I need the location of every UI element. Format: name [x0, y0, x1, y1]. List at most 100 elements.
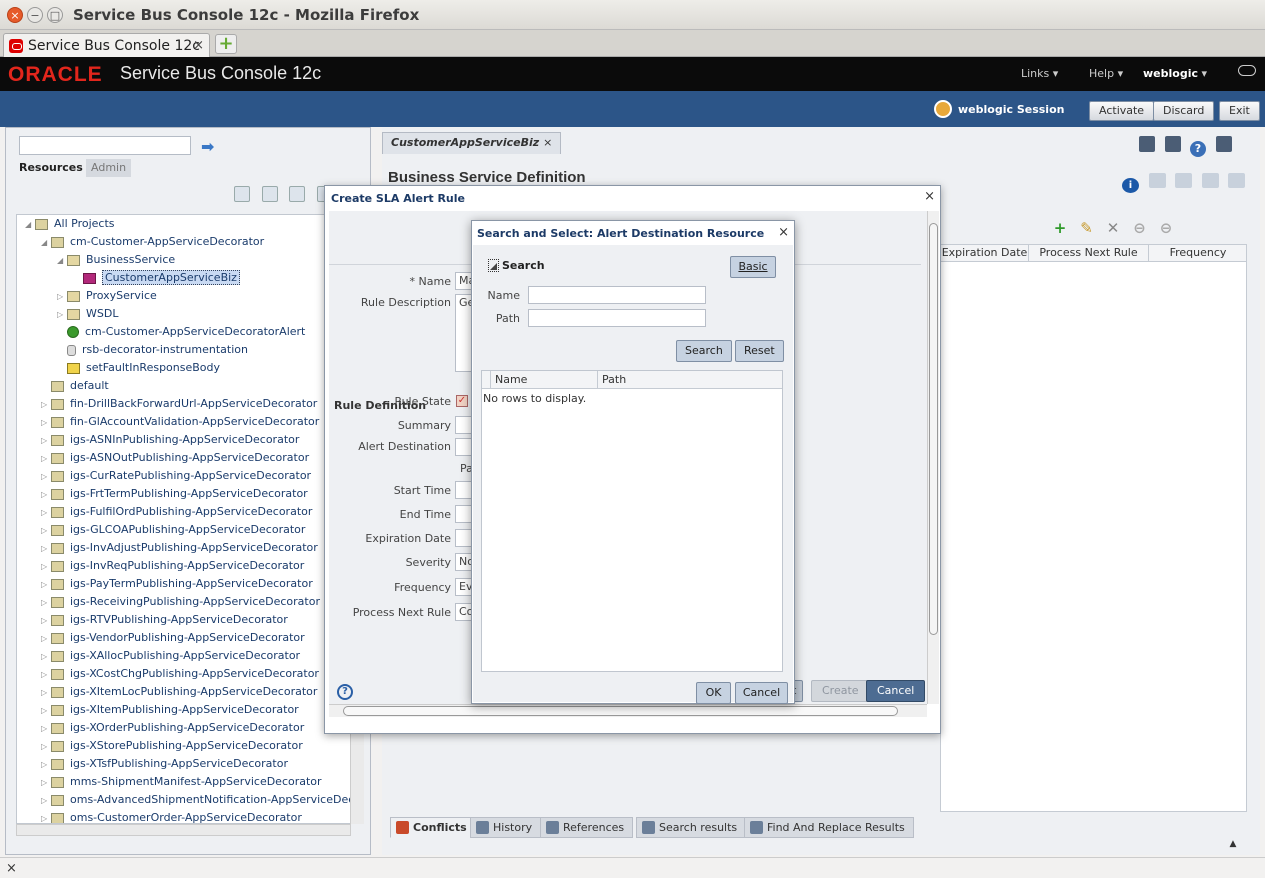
create-resource-icon[interactable] [234, 186, 250, 202]
activate-button[interactable]: Activate [1089, 101, 1155, 121]
tree-item[interactable]: ▷ igs-FrtTermPublishing-AppServiceDecorat… [41, 485, 308, 503]
create-button[interactable]: Create [811, 680, 870, 702]
tab-search-results[interactable]: Search results [636, 817, 747, 838]
collapsed-toggle-icon[interactable]: ▷ [41, 522, 51, 540]
tree-item[interactable]: cm-Customer-AppServiceDecoratorAlert [57, 323, 305, 341]
path-search-input[interactable] [528, 309, 706, 327]
tree-item[interactable]: ▷ igs-InvAdjustPublishing-AppServiceDecor… [41, 539, 318, 557]
collapsed-toggle-icon[interactable]: ▷ [41, 792, 51, 810]
test-run-icon[interactable] [1175, 173, 1192, 188]
column-header-path[interactable]: Path [598, 371, 782, 388]
doc-tab-customerappservicebiz[interactable]: CustomerAppServiceBiz × [382, 132, 562, 154]
collapsed-toggle-icon[interactable]: ▷ [57, 306, 67, 324]
collapsed-toggle-icon[interactable]: ▷ [41, 756, 51, 774]
collapsed-toggle-icon[interactable]: ▷ [41, 414, 51, 432]
rule-state-checkbox[interactable]: ✓ [456, 395, 468, 407]
launch-icon[interactable] [1201, 173, 1219, 188]
tree-item[interactable]: ▷ ProxyService [57, 287, 157, 305]
collapsed-toggle-icon[interactable]: ▷ [57, 288, 67, 306]
cancel-button[interactable]: Cancel [735, 682, 788, 704]
tree-item[interactable]: ▷ igs-PayTermPublishing-AppServiceDecorat… [41, 575, 313, 593]
tree-item[interactable]: ▷ igs-FulfilOrdPublishing-AppServiceDecor… [41, 503, 312, 521]
help-icon[interactable]: ? [1190, 141, 1206, 157]
tree-item[interactable]: CustomerAppServiceBiz [73, 269, 240, 287]
tree-item[interactable]: ◢ cm-Customer-AppServiceDecorator [41, 233, 264, 251]
add-icon[interactable]: + [1052, 220, 1068, 236]
cancel-button[interactable]: Cancel [866, 680, 926, 702]
tree-item[interactable]: ▷ igs-XOrderPublishing-AppServiceDecorato… [41, 719, 304, 737]
import-icon[interactable] [289, 186, 305, 202]
tree-item[interactable]: default [41, 377, 109, 395]
save-icon[interactable] [1139, 136, 1155, 152]
tree-item[interactable]: ◢ All Projects [25, 215, 115, 233]
tab-resources[interactable]: Resources [14, 159, 88, 177]
collapsed-toggle-icon[interactable]: ▷ [41, 612, 51, 630]
dialog-horizontal-scrollbar[interactable] [329, 704, 927, 717]
search-button[interactable]: Search [676, 340, 732, 362]
collapsed-toggle-icon[interactable]: ▷ [41, 720, 51, 738]
new-tab-button[interactable]: + [215, 34, 237, 54]
collapsed-toggle-icon[interactable]: ▷ [41, 738, 51, 756]
collapsed-toggle-icon[interactable]: ▷ [41, 702, 51, 720]
tree-item[interactable]: ▷ fin-GlAccountValidation-AppServiceDecor… [41, 413, 319, 431]
tree-item[interactable]: ▷ oms-CustomerOrder-AppServiceDecorator [41, 809, 302, 823]
tree-horizontal-scrollbar[interactable] [16, 824, 351, 836]
collapsed-toggle-icon[interactable]: ▷ [41, 540, 51, 558]
move-down-icon[interactable]: ⊖ [1158, 220, 1174, 236]
collapsed-toggle-icon[interactable]: ▷ [41, 486, 51, 504]
reset-button[interactable]: Reset [735, 340, 784, 362]
window-minimize-button[interactable]: − [27, 7, 43, 23]
column-header[interactable]: Process Next Rule [1029, 245, 1149, 261]
tab-conflicts[interactable]: Conflicts [390, 817, 476, 838]
scrollbar-thumb[interactable] [929, 223, 938, 635]
collapsed-toggle-icon[interactable]: ▷ [41, 666, 51, 684]
collapsed-toggle-icon[interactable]: ▷ [41, 594, 51, 612]
tab-history[interactable]: History [470, 817, 542, 838]
chat-icon[interactable] [1238, 65, 1256, 76]
tree-item[interactable]: ◢ BusinessService [57, 251, 175, 269]
window-maximize-button[interactable]: □ [47, 7, 63, 23]
edit-pencil-icon[interactable]: ✎ [1079, 220, 1095, 236]
help-menu[interactable]: Help ▾ [1089, 67, 1123, 80]
collapsed-toggle-icon[interactable]: ▷ [41, 576, 51, 594]
collapsed-toggle-icon[interactable]: ▷ [41, 774, 51, 792]
tree-item[interactable]: ▷ igs-RTVPublishing-AppServiceDecorator [41, 611, 288, 629]
delete-icon[interactable]: ✕ [1105, 220, 1121, 236]
statusbar-close-icon[interactable]: × [6, 861, 17, 876]
tree-item[interactable]: ▷ igs-XTsfPublishing-AppServiceDecorator [41, 755, 288, 773]
collapsed-toggle-icon[interactable]: ▷ [41, 450, 51, 468]
collapsed-toggle-icon[interactable]: ▷ [41, 396, 51, 414]
info-icon[interactable]: i [1122, 178, 1139, 193]
dialog-vertical-scrollbar[interactable] [927, 211, 939, 704]
tree-item[interactable]: ▷ igs-GLCOAPublishing-AppServiceDecorator [41, 521, 305, 539]
window-close-button[interactable]: × [7, 7, 23, 23]
tree-item[interactable]: ▷ fin-DrillBackForwardUrl-AppServiceDecor… [41, 395, 317, 413]
collapsed-toggle-icon[interactable]: ▷ [41, 558, 51, 576]
move-up-icon[interactable]: ⊖ [1132, 220, 1148, 236]
tree-item[interactable]: ▷ mms-ShipmentManifest-AppServiceDecorato… [41, 773, 322, 791]
name-search-input[interactable] [528, 286, 706, 304]
comment-icon[interactable] [1148, 173, 1166, 188]
tree-item[interactable]: ▷ igs-XItemPublishing-AppServiceDecorator [41, 701, 299, 719]
collapsed-toggle-icon[interactable]: ▷ [41, 648, 51, 666]
tree-item[interactable]: ▷ oms-AdvancedShipmentNotification-AppSer… [41, 791, 350, 810]
scrollbar-thumb[interactable] [343, 706, 898, 716]
tree-item[interactable]: ▷ igs-ReceivingPublishing-AppServiceDecor… [41, 593, 320, 611]
tab-find-replace-results[interactable]: Find And Replace Results [744, 817, 914, 838]
close-editor-icon[interactable] [1215, 136, 1232, 152]
collapsed-toggle-icon[interactable]: ▷ [41, 504, 51, 522]
links-menu[interactable]: Links ▾ [1021, 67, 1058, 80]
discard-button[interactable]: Discard [1153, 101, 1215, 121]
basic-button[interactable]: Basic [730, 256, 776, 278]
tree-item[interactable]: ▷ igs-CurRatePublishing-AppServiceDecorat… [41, 467, 311, 485]
tree-item[interactable]: rsb-decorator-instrumentation [57, 341, 248, 359]
tree-item[interactable]: ▷ igs-XCostChgPublishing-AppServiceDecora… [41, 665, 319, 683]
collapsed-toggle-icon[interactable]: ▷ [41, 810, 51, 823]
search-go-arrow-icon[interactable]: ➡ [201, 137, 214, 156]
tree-item[interactable]: ▷ igs-XItemLocPublishing-AppServiceDecora… [41, 683, 317, 701]
tab-references[interactable]: References [540, 817, 634, 838]
expand-panel-icon[interactable]: ▲ [1222, 839, 1244, 849]
tree-item[interactable]: ▷ igs-XStorePublishing-AppServiceDecorato… [41, 737, 303, 755]
expanded-toggle-icon[interactable]: ◢ [41, 234, 51, 252]
tree-item[interactable]: ▷ igs-InvReqPublishing-AppServiceDecorato… [41, 557, 304, 575]
